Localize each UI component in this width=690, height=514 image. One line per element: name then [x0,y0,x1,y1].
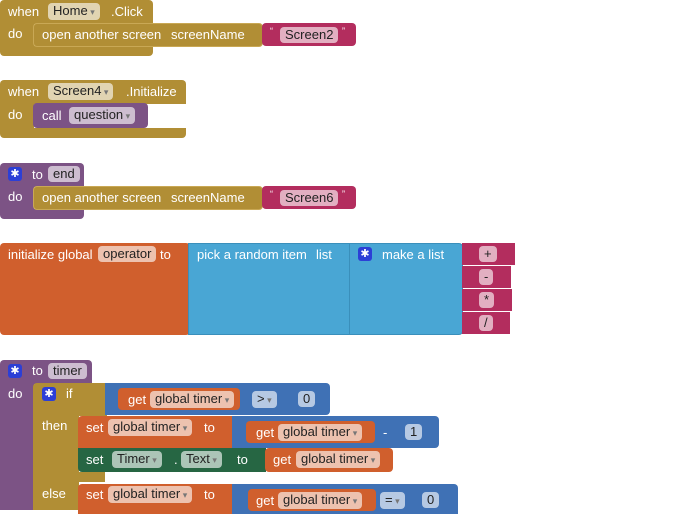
do-label: do [8,26,23,41]
open-screen-label: open another screen [42,190,162,205]
if-then-footer [33,472,105,482]
to-label: to [160,247,171,262]
get-label: get [256,425,275,440]
event-footer [0,128,186,138]
variable-dropdown[interactable]: global timer [108,486,193,503]
to-label: to [204,420,215,435]
procedure-dropdown[interactable]: question [69,107,136,124]
to-label: to [32,167,43,182]
procedure-footer [0,209,84,219]
property-dropdown[interactable]: Text [181,451,222,468]
get-label: get [128,392,147,407]
call-label: call [42,108,62,123]
operator-dropdown[interactable]: = [380,492,405,509]
number-value[interactable]: 0 [422,492,440,508]
text-value[interactable]: / [479,315,493,331]
variable-dropdown[interactable]: global timer [278,492,363,509]
event-label: .Initialize [126,84,177,99]
gear-icon[interactable]: ✱ [358,247,372,261]
gear-icon[interactable]: ✱ [42,387,56,401]
text-value[interactable]: Screen2 [280,27,339,43]
text-value[interactable]: - [479,269,494,285]
set-label: set [86,487,104,502]
screen-name-label: screenName [171,27,245,42]
quote-open: “ [270,26,273,36]
to-label: to [204,487,215,502]
do-label: do [8,386,23,401]
variable-dropdown[interactable]: global timer [296,451,381,468]
procedure-name[interactable]: timer [48,363,87,379]
screen-name-label: screenName [171,190,245,205]
do-label: do [8,107,23,122]
set-label: set [86,452,104,467]
get-label: get [256,493,275,508]
gear-icon[interactable]: ✱ [8,167,22,181]
then-label: then [42,418,68,433]
procedure-name[interactable]: end [48,166,80,182]
quote-close: ” [342,189,345,199]
list-label: list [316,247,332,262]
if-label: if [66,386,73,401]
event-label: .Click [111,4,143,19]
open-screen-label: open another screen [42,27,162,42]
get-label: get [273,452,292,467]
to-label: to [32,363,43,378]
number-value[interactable]: 1 [405,424,423,440]
to-label: to [237,452,248,467]
dot-label: . [174,452,178,467]
do-label: do [8,189,23,204]
component-dropdown[interactable]: Timer [112,451,162,468]
text-value[interactable]: + [479,246,497,262]
text-value[interactable]: Screen6 [280,190,339,206]
init-global-label: initialize global [8,247,93,262]
minus-label: - [383,425,388,440]
number-value[interactable]: 0 [298,391,316,407]
operator-dropdown[interactable]: > [252,391,277,408]
quote-close: ” [342,26,345,36]
component-dropdown[interactable]: Home [48,3,100,20]
make-list-label: make a list [382,247,445,262]
variable-dropdown[interactable]: global timer [108,419,193,436]
variable-dropdown[interactable]: global timer [278,424,363,441]
event-footer [0,46,153,56]
pick-random-label: pick a random item [197,247,307,262]
when-label: when [8,84,40,99]
quote-open: “ [270,189,273,199]
when-label: when [8,4,40,19]
text-value[interactable]: * [479,292,495,308]
variable-dropdown[interactable]: global timer [150,391,235,408]
gear-icon[interactable]: ✱ [8,364,22,378]
component-dropdown[interactable]: Screen4 [48,83,114,100]
set-label: set [86,420,104,435]
variable-name[interactable]: operator [98,246,157,262]
